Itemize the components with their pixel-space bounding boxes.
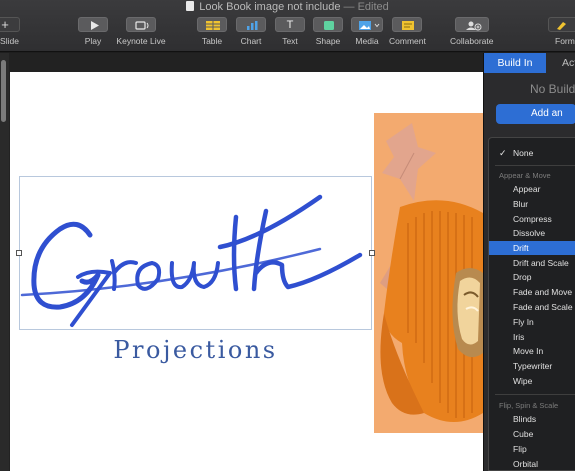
tab-build-in[interactable]: Build In	[484, 53, 546, 73]
no-build-label: No Build	[530, 82, 575, 96]
menu-item-none-label: None	[513, 148, 534, 158]
menu-item-drift-and-scale[interactable]: Drift and Scale	[489, 256, 575, 270]
menu-section-appear: Appear & Move	[499, 171, 551, 180]
menu-item-appear[interactable]: Appear	[489, 182, 575, 196]
media-button[interactable]: Media	[351, 17, 383, 46]
navigator-scrollbar[interactable]	[1, 60, 6, 122]
toolbar: Look Book image not include — Edited + l…	[0, 0, 575, 52]
format-button[interactable]: Form	[548, 17, 575, 46]
play-icon	[78, 17, 108, 32]
keynote-live-button[interactable]: Keynote Live	[113, 17, 169, 46]
paintbrush-icon	[548, 17, 575, 32]
menu-item-drop[interactable]: Drop	[489, 270, 575, 284]
text-button[interactable]: T Text	[275, 17, 305, 46]
menu-item-none[interactable]: ✓ None	[489, 145, 575, 161]
menu-item-flip[interactable]: Flip	[489, 442, 575, 456]
collaborate-label: Collaborate	[450, 36, 494, 46]
menu-item-fade-and-move[interactable]: Fade and Move	[489, 285, 575, 299]
chart-button[interactable]: Chart	[236, 17, 266, 46]
menu-item-orbital[interactable]: Orbital	[489, 457, 575, 470]
keynote-window: Look Book image not include — Edited + l…	[0, 0, 575, 471]
menu-item-fly-in[interactable]: Fly In	[489, 315, 575, 329]
comment-label: Comment	[389, 36, 426, 46]
comment-icon	[392, 17, 423, 32]
media-label: Media	[355, 36, 379, 46]
shape-icon	[313, 17, 343, 32]
photo-illustration	[374, 113, 483, 433]
menu-item-iris[interactable]: Iris	[489, 330, 575, 344]
menu-item-wipe[interactable]: Wipe	[489, 374, 575, 388]
growth-text-box[interactable]	[16, 176, 375, 330]
menu-item-blinds[interactable]: Blinds	[489, 412, 575, 426]
menu-item-blur[interactable]: Blur	[489, 197, 575, 211]
menu-item-cube[interactable]: Cube	[489, 427, 575, 441]
table-button[interactable]: Table	[197, 17, 227, 46]
document-icon	[186, 1, 195, 11]
menu-divider	[495, 394, 575, 395]
broadcast-icon	[126, 17, 156, 32]
collaborate-button[interactable]: Collaborate	[450, 17, 493, 46]
window-title-text: Look Book image not include	[199, 1, 341, 13]
play-button[interactable]: Play	[78, 17, 108, 46]
growth-script-title	[20, 194, 363, 327]
tab-action[interactable]: Acti	[546, 53, 575, 73]
projections-subtitle[interactable]: Projections	[19, 336, 372, 364]
chart-label: Chart	[240, 36, 262, 46]
shape-label: Shape	[315, 36, 341, 46]
add-slide-button[interactable]: + ld Slide	[0, 17, 20, 46]
format-label: Form	[555, 36, 575, 46]
fashion-photo[interactable]	[374, 113, 483, 433]
add-effect-button[interactable]: Add an	[496, 104, 575, 124]
media-icon	[351, 17, 383, 32]
menu-item-fade-and-scale[interactable]: Fade and Scale	[489, 300, 575, 314]
menu-item-compress[interactable]: Compress	[489, 212, 575, 226]
window-title: Look Book image not include — Edited	[0, 1, 575, 13]
chart-icon	[236, 17, 266, 32]
resize-handle-left[interactable]	[16, 250, 22, 256]
comment-button[interactable]: Comment	[389, 17, 426, 46]
edited-status: — Edited	[343, 1, 389, 13]
menu-item-dissolve[interactable]: Dissolve	[489, 226, 575, 240]
keynote-live-label: Keynote Live	[116, 36, 166, 46]
collaborate-icon	[454, 17, 489, 32]
play-label: Play	[84, 36, 102, 46]
plus-icon: +	[0, 17, 20, 32]
menu-section-flip: Flip, Spin & Scale	[499, 401, 559, 410]
menu-item-drift[interactable]: Drift	[489, 241, 575, 255]
text-label: Text	[282, 36, 298, 46]
menu-divider	[495, 165, 575, 166]
table-label: Table	[201, 36, 223, 46]
checkmark-icon: ✓	[499, 148, 507, 158]
build-effect-menu: ✓ None Appear & Move Appear Blur Compres…	[488, 137, 575, 471]
menu-item-typewriter[interactable]: Typewriter	[489, 359, 575, 373]
text-icon: T	[275, 17, 305, 32]
resize-handle-right[interactable]	[369, 250, 375, 256]
menu-item-move-in[interactable]: Move In	[489, 344, 575, 358]
add-slide-label: ld Slide	[0, 36, 19, 46]
table-icon	[197, 17, 227, 32]
shape-button[interactable]: Shape	[313, 17, 343, 46]
